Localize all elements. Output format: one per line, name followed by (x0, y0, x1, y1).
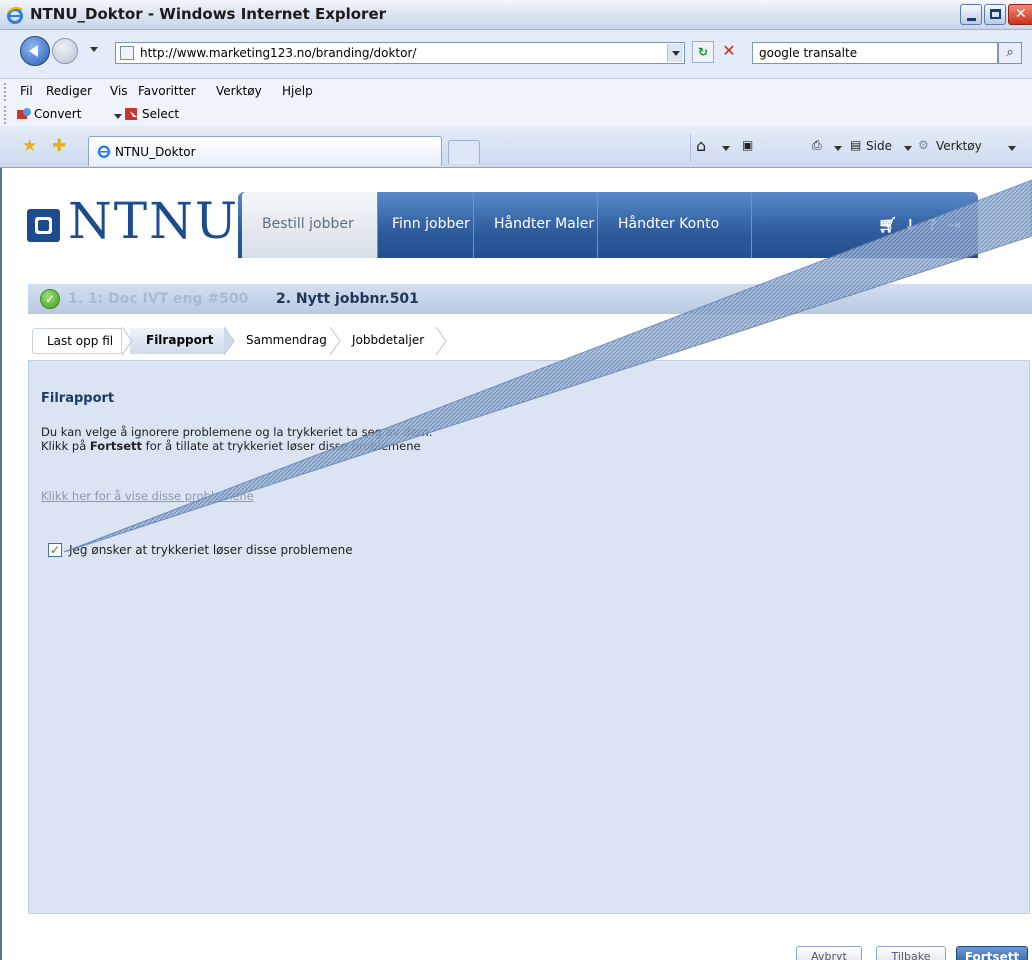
convert-button[interactable]: Convert (34, 107, 81, 121)
menu-vis[interactable]: Vis (110, 84, 128, 98)
fix-problems-label[interactable]: Jeg ønsker at trykkeriet løser disse pro… (69, 543, 353, 557)
search-icon[interactable]: ⌕ (998, 42, 1022, 64)
ntnu-logo-text: NTNU (68, 192, 239, 250)
select-icon (125, 108, 137, 120)
convert-icon (17, 108, 31, 119)
logout-icon[interactable]: ⇥ (948, 216, 961, 234)
check-icon: ✓ (40, 289, 60, 309)
recent-pages-dropdown[interactable] (90, 47, 98, 52)
step-current: 2. Nytt jobbnr.501 (276, 291, 419, 307)
ie-icon (7, 6, 23, 24)
main-nav: Bestill jobber Finn jobber Håndter Maler… (238, 192, 978, 258)
menu-fil[interactable]: Fil (20, 84, 33, 98)
feeds-icon[interactable]: ▣ (742, 138, 753, 152)
tools-gear-icon: ⚙ (918, 138, 929, 152)
toolbar-grip (4, 106, 7, 124)
home-icon[interactable]: ⌂ (696, 136, 706, 155)
tab-bar: ★ ✚ NTNU_Doktor ⌂ ▣ ⎙ ▤ Side ⚙ Verktøy (0, 126, 1032, 168)
tab-label: NTNU_Doktor (115, 145, 196, 159)
pdf-toolbar: Convert Select (0, 104, 1032, 126)
favorites-star-icon[interactable]: ★ (22, 136, 37, 156)
back-button[interactable] (20, 36, 50, 66)
ntnu-logo-icon (27, 209, 60, 242)
close-button[interactable]: ✕ (1008, 4, 1032, 25)
tools-menu-dropdown[interactable] (1008, 146, 1016, 151)
wizard-separators (121, 326, 447, 356)
page-viewport: NTNU Bestill jobber Finn jobber Håndter … (0, 168, 1032, 960)
wizard-last-opp-fil[interactable]: Last opp fil (32, 328, 122, 354)
forward-button[interactable] (52, 38, 78, 64)
toolbar-grip (4, 83, 7, 101)
help-icon[interactable]: ? (928, 216, 937, 234)
menu-rediger[interactable]: Rediger (46, 84, 92, 98)
address-field[interactable]: http://www.marketing123.no/branding/dokt… (115, 42, 685, 64)
menu-hjelp[interactable]: Hjelp (282, 84, 313, 98)
search-input[interactable]: google transalte (752, 42, 998, 64)
maximize-button[interactable] (984, 4, 1006, 25)
cancel-button[interactable]: Avbryt (796, 946, 862, 960)
print-icon[interactable]: ⎙ (812, 138, 822, 153)
new-tab-button[interactable] (448, 140, 480, 164)
back-arrow-icon (29, 45, 38, 57)
convert-dropdown[interactable] (114, 114, 122, 119)
address-dropdown[interactable] (667, 44, 683, 62)
panel-heading: Filrapport (41, 391, 115, 406)
ie-icon (97, 145, 111, 158)
line2-bold: Fortsett (89, 439, 143, 453)
panel-text-line1: Du kan velge å ignorere problemene og la… (41, 425, 433, 439)
download-icon[interactable]: ↓ (904, 216, 917, 234)
job-step-bar: ✓ 1. 1: Doc IVT eng #500 2. Nytt jobbnr.… (28, 284, 1032, 314)
panel-text-line2: Klikk på Fortsett for å tillate at trykk… (41, 439, 421, 453)
menu-verktoy[interactable]: Verktøy (216, 84, 262, 98)
page-menu[interactable]: Side (866, 139, 892, 153)
print-dropdown[interactable] (834, 146, 842, 151)
continue-button[interactable]: Fortsett (956, 946, 1028, 960)
menu-bar: Fil Rediger Vis Favoritter Verktøy Hjelp (0, 78, 1032, 104)
nav-bestill-jobber[interactable]: Bestill jobber (242, 192, 378, 258)
stop-button[interactable]: ✕ (718, 41, 740, 63)
back-button-page[interactable]: Tilbake (876, 946, 946, 960)
cart-icon[interactable]: 🛒︎ (878, 216, 897, 234)
page-menu-icon: ▤ (850, 138, 862, 152)
page-icon (120, 46, 134, 60)
minimize-button[interactable] (960, 4, 982, 25)
nav-finn-jobber[interactable]: Finn jobber (378, 192, 474, 258)
fix-problems-checkbox[interactable]: ✓ (48, 543, 62, 557)
search-value: google transalte (759, 46, 858, 60)
select-button[interactable]: Select (142, 107, 179, 121)
add-favorite-icon[interactable]: ✚ (52, 136, 66, 156)
page-menu-dropdown[interactable] (904, 146, 912, 151)
window-titlebar: NTNU_Doktor - Windows Internet Explorer … (0, 0, 1032, 30)
nav-handter-konto[interactable]: Håndter Konto (598, 192, 752, 258)
toolbar-separator (690, 134, 691, 162)
menu-favoritter[interactable]: Favoritter (138, 84, 196, 98)
show-problems-link[interactable]: Klikk her for å vise disse problemene (41, 489, 254, 503)
refresh-button[interactable]: ↻ (692, 41, 714, 63)
line2-post: for å tillate at trykkeriet løser disse … (142, 439, 421, 453)
file-report-panel: Filrapport Du kan velge å ignorere probl… (28, 360, 1030, 914)
step-completed[interactable]: 1. 1: Doc IVT eng #500 (68, 291, 248, 307)
tab-ntnu-doktor[interactable]: NTNU_Doktor (88, 136, 442, 166)
home-dropdown[interactable] (722, 146, 730, 151)
window-title: NTNU_Doktor - Windows Internet Explorer (30, 5, 387, 23)
line2-pre: Klikk på (41, 439, 90, 453)
nav-handter-maler[interactable]: Håndter Maler (474, 192, 598, 258)
tools-menu[interactable]: Verktøy (936, 139, 982, 153)
address-toolbar: http://www.marketing123.no/branding/dokt… (0, 30, 1032, 78)
address-url: http://www.marketing123.no/branding/dokt… (140, 46, 417, 60)
